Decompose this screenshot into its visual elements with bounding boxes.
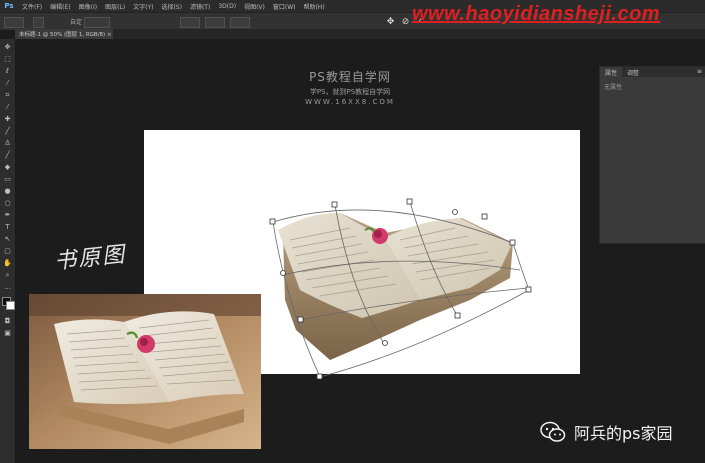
properties-panel: 属性 调整 ≡ 无属性 bbox=[599, 66, 705, 244]
wechat-account-name: 阿兵的ps家园 bbox=[574, 424, 673, 443]
rose-center bbox=[374, 230, 382, 238]
wechat-watermark: 阿兵的ps家园 bbox=[540, 420, 673, 444]
panel-body-text: 无属性 bbox=[604, 84, 623, 91]
original-book-photo bbox=[29, 294, 261, 449]
tab-properties[interactable]: 属性 bbox=[600, 67, 623, 77]
panel-header: 属性 调整 ≡ bbox=[600, 67, 705, 77]
tab-adjustments[interactable]: 调整 bbox=[622, 68, 644, 77]
panel-menu-icon[interactable]: ≡ bbox=[697, 68, 702, 75]
wechat-icon bbox=[540, 421, 566, 442]
